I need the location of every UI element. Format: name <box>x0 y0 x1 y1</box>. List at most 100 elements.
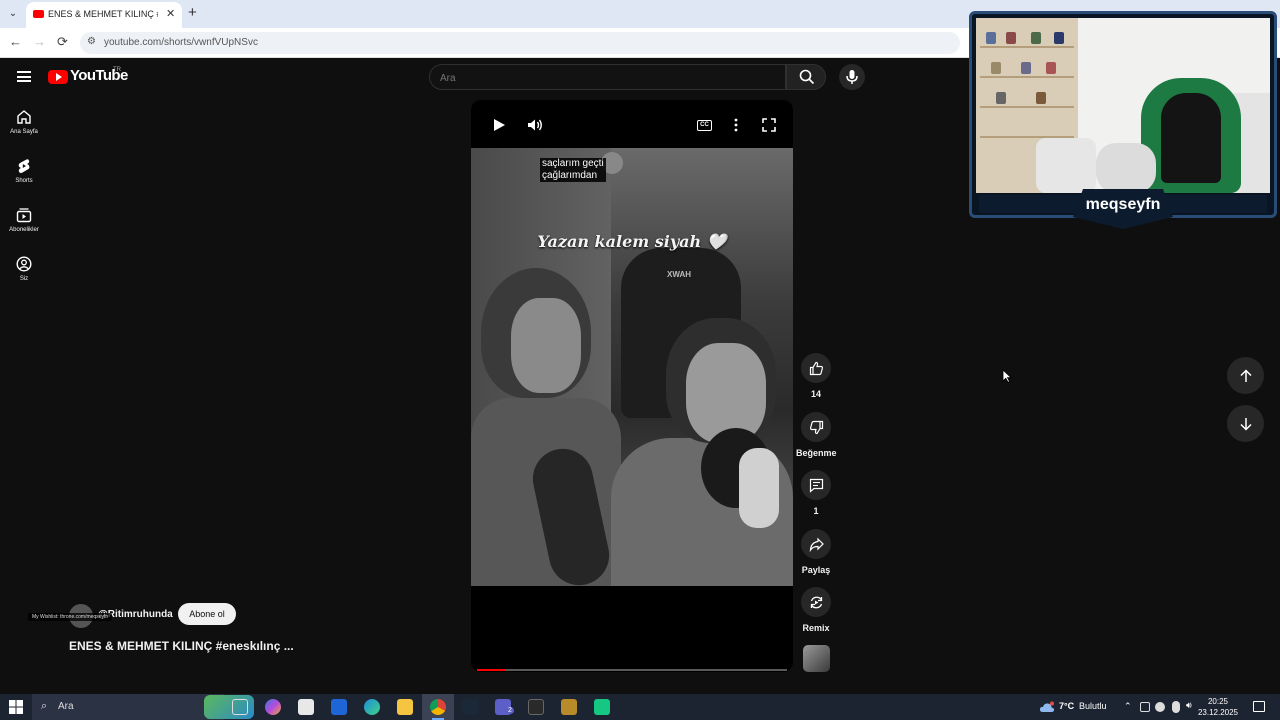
chrome-icon[interactable] <box>430 699 446 715</box>
outlook-icon[interactable] <box>331 699 347 715</box>
weather-description[interactable]: Bulutlu <box>1079 701 1107 711</box>
video-person-left-face <box>511 298 581 393</box>
sidebar-item-label: Abonelikler <box>9 227 39 233</box>
file-explorer-icon[interactable] <box>397 699 413 715</box>
like-count: 14 <box>810 389 821 399</box>
sidebar-item-label: Siz <box>19 276 29 282</box>
tray-chevron-icon[interactable]: ⌃ <box>1124 701 1132 712</box>
sidebar-item-home[interactable]: Ana Sayfa <box>0 109 48 135</box>
search-icon <box>799 69 815 85</box>
like-button[interactable]: 14 <box>796 353 836 399</box>
next-video-button[interactable] <box>1227 405 1264 442</box>
volume-icon[interactable]: 🔊︎ <box>1186 700 1192 711</box>
arrow-up-icon <box>1239 368 1252 382</box>
video-caption: saçlarım geçti çağlarımdan <box>540 158 606 182</box>
tab-search-chevron-icon[interactable]: ⌄ <box>5 6 21 22</box>
video-person-right-face <box>686 343 766 443</box>
account-icon <box>16 256 32 272</box>
webcam-gaming-chair-inner <box>1161 93 1221 183</box>
microphone-icon <box>846 70 858 84</box>
webcam-white-chair <box>1036 138 1096 193</box>
search-button[interactable] <box>786 64 826 90</box>
copilot-icon[interactable] <box>265 699 281 715</box>
tab-title: ENES & MEHMET KILINÇ #enes <box>48 9 158 19</box>
forward-arrow-icon[interactable]: → <box>33 34 46 49</box>
steam-icon[interactable] <box>462 699 478 715</box>
remix-icon <box>810 596 822 608</box>
taskbar-clock[interactable]: 20:25 23.12.2025 <box>1196 696 1240 718</box>
sidebar-item-subscriptions[interactable]: Abonelikler <box>0 207 48 233</box>
windows-start-icon[interactable] <box>9 700 23 714</box>
remix-button[interactable]: Remix <box>796 587 836 633</box>
video-title[interactable]: ENES & MEHMET KILINÇ #eneskılınç ... <box>69 639 294 653</box>
shorts-video-player[interactable]: XWAH saçlarım geçti çağlarımdan Yazan ka… <box>471 100 793 672</box>
thumbs-down-icon <box>809 420 823 434</box>
edge-icon[interactable] <box>364 699 380 715</box>
taskbar-search-placeholder: Ara <box>58 701 74 712</box>
captions-icon[interactable]: CC <box>697 120 712 131</box>
volume-icon[interactable] <box>527 118 544 132</box>
comments-button[interactable]: 1 <box>796 470 836 516</box>
reload-icon[interactable]: ⟳ <box>57 34 68 50</box>
browser-tab-active[interactable]: ENES & MEHMET KILINÇ #enes ✕ <box>26 2 182 28</box>
epic-games-icon[interactable] <box>528 699 544 715</box>
url-text: youtube.com/shorts/vwnfVUpNSvc <box>104 37 258 48</box>
new-tab-icon[interactable]: + <box>188 4 197 21</box>
video-frame: XWAH <box>471 148 793 591</box>
comment-count: 1 <box>813 506 819 516</box>
share-button[interactable]: Paylaş <box>796 529 836 575</box>
youtube-favicon-icon <box>33 10 44 18</box>
previous-video-button[interactable] <box>1227 357 1264 394</box>
streamer-name: meqseyfn <box>1085 196 1161 213</box>
tray-microphone-icon[interactable] <box>1172 701 1180 713</box>
app-icon-green[interactable] <box>594 699 610 715</box>
taskbar-search[interactable]: ⌕ Ara <box>32 694 254 720</box>
sidebar-item-label: Ana Sayfa <box>10 129 38 135</box>
sidebar-item-label: Shorts <box>15 178 33 184</box>
app-icon[interactable] <box>561 699 577 715</box>
weather-temp[interactable]: 7°C <box>1059 701 1074 711</box>
address-bar[interactable]: ⚙ youtube.com/shorts/vwnfVUpNSvc <box>80 32 960 54</box>
youtube-logo-icon[interactable] <box>48 70 68 84</box>
video-progress-fill <box>477 669 505 671</box>
menu-icon[interactable] <box>17 71 31 82</box>
tray-app-icon-2[interactable] <box>1155 702 1165 712</box>
arrow-down-icon <box>1239 417 1252 431</box>
teams-badge: 2 <box>506 707 514 714</box>
dislike-label: Beğenme <box>796 448 837 458</box>
shorts-icon <box>18 159 30 173</box>
fullscreen-icon[interactable] <box>762 118 776 132</box>
remix-label: Remix <box>802 623 830 633</box>
sidebar-item-you[interactable]: Siz <box>0 256 48 282</box>
sound-thumbnail[interactable] <box>803 645 830 672</box>
share-icon <box>809 537 824 552</box>
windows-taskbar: ⌕ Ara 2 7°C Bulutlu ⌃ 🔊︎ 20:25 23.12.202… <box>0 694 1280 720</box>
tab-close-icon[interactable]: ✕ <box>166 7 175 20</box>
webcam-feed <box>976 18 1270 193</box>
wishlist-overlay: My Wishlist: throne.com/meqseyfn <box>28 613 113 621</box>
voice-search-button[interactable] <box>839 64 865 90</box>
site-info-icon[interactable]: ⚙ <box>87 36 96 47</box>
clock-date: 23.12.2025 <box>1197 708 1239 717</box>
subscribe-button[interactable]: Abone ol <box>178 603 236 625</box>
sidebar-item-shorts[interactable]: Shorts <box>0 158 48 184</box>
thumbs-up-icon <box>809 361 823 375</box>
search-input[interactable] <box>440 70 770 86</box>
play-icon[interactable] <box>492 118 506 132</box>
taskbar-search-icon: ⌕ <box>41 700 48 712</box>
task-view-icon[interactable] <box>232 699 248 715</box>
tray-app-icon[interactable] <box>1140 702 1150 712</box>
dislike-button[interactable]: Beğenme <box>796 412 837 458</box>
notification-icon[interactable] <box>1253 701 1265 712</box>
home-icon <box>17 110 31 124</box>
more-icon[interactable] <box>733 118 739 132</box>
microsoft-store-icon[interactable] <box>298 699 314 715</box>
clock-time: 20:25 <box>1207 697 1229 706</box>
video-progress-bar[interactable] <box>477 669 787 671</box>
video-chair-text: XWAH <box>667 270 691 279</box>
search-box[interactable] <box>429 64 786 90</box>
share-label: Paylaş <box>801 565 831 575</box>
back-arrow-icon[interactable]: ← <box>9 34 22 49</box>
video-microphone <box>739 448 779 528</box>
comment-icon <box>809 478 823 493</box>
